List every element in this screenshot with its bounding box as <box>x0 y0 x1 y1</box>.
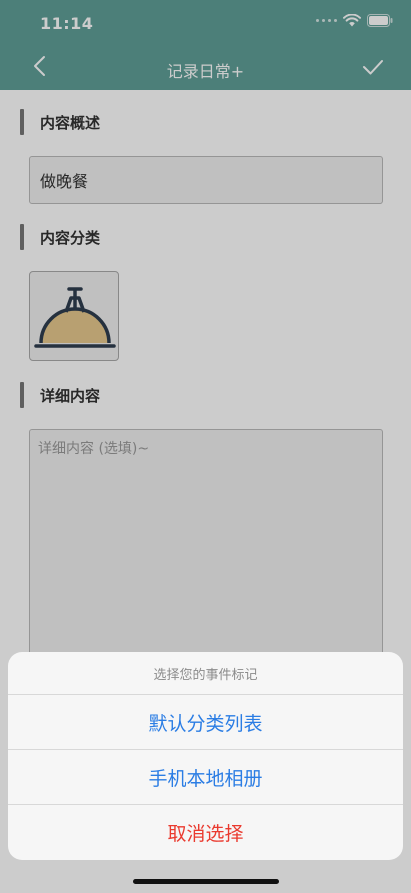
action-sheet-title: 选择您的事件标记 <box>8 652 403 695</box>
local-photo-album-option[interactable]: 手机本地相册 <box>8 750 403 805</box>
home-indicator[interactable] <box>133 879 279 884</box>
action-sheet: 选择您的事件标记 默认分类列表 手机本地相册 取消选择 <box>8 652 403 860</box>
cancel-button[interactable]: 取消选择 <box>8 805 403 860</box>
default-category-list-option[interactable]: 默认分类列表 <box>8 695 403 750</box>
